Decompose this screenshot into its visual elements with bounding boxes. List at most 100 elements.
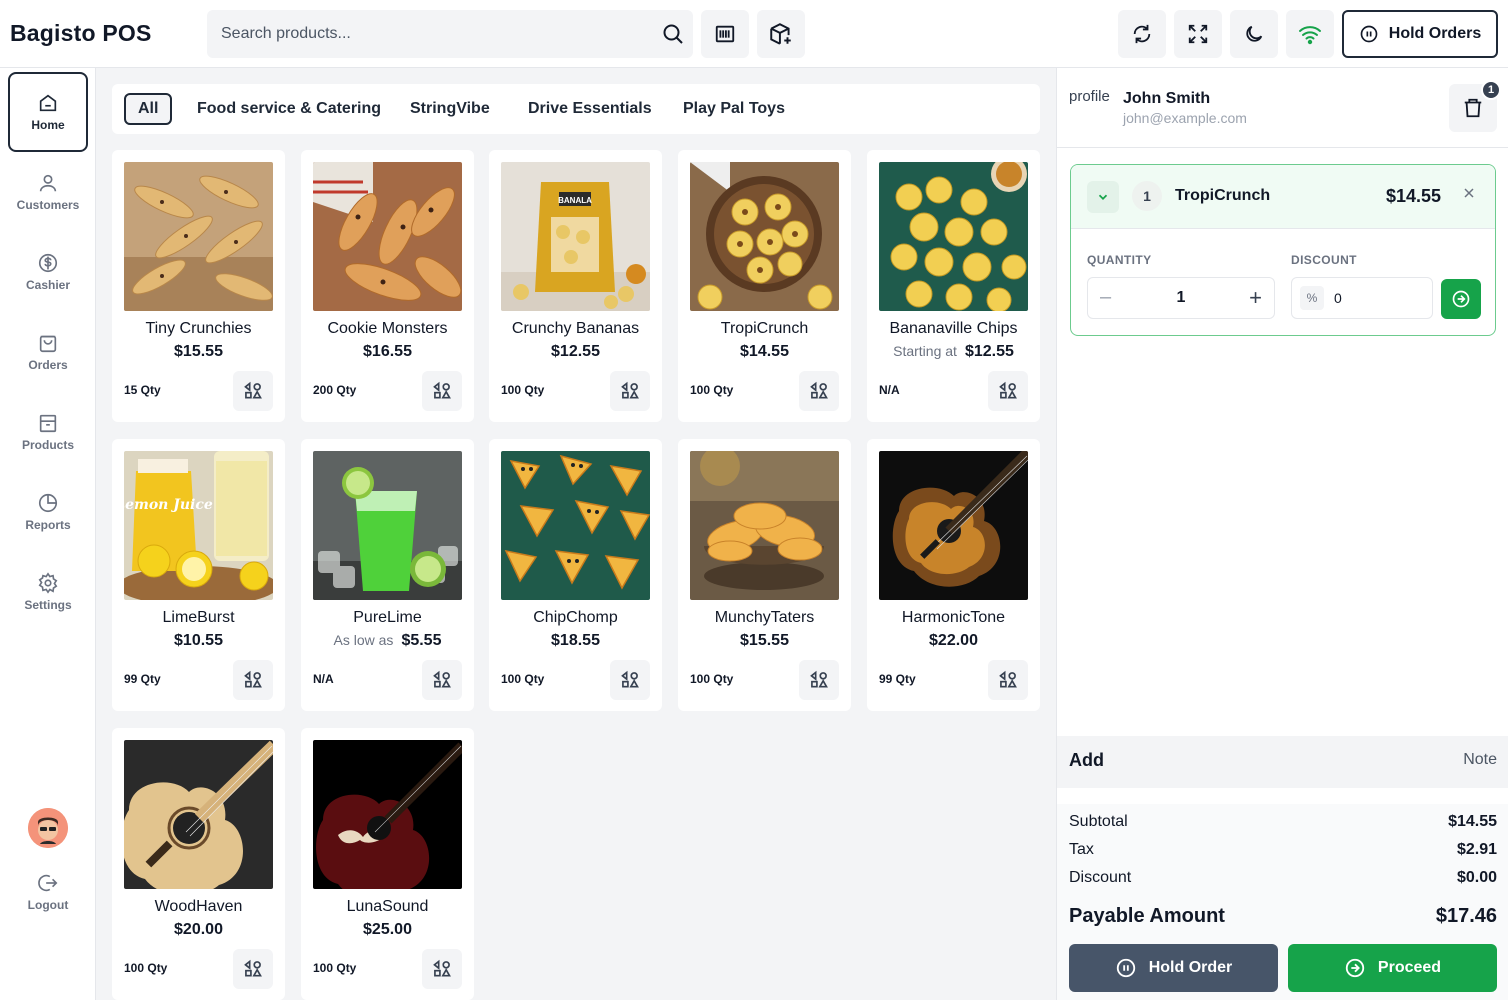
product-price-value: $12.55: [551, 343, 600, 360]
apply-discount-button[interactable]: [1441, 279, 1481, 319]
bag-icon: [39, 335, 57, 353]
note-bar[interactable]: Add Note: [1057, 736, 1508, 788]
product-price: $10.55: [112, 632, 285, 650]
product-card[interactable]: TropiCrunch $14.55 100 Qty: [678, 150, 851, 422]
customer-email: john@example.com: [1123, 110, 1247, 126]
sync-button[interactable]: [1118, 10, 1166, 58]
product-name: LunaSound: [346, 898, 429, 915]
logout-icon: [38, 874, 58, 892]
pie-chart-icon: [38, 493, 58, 513]
sidebar-item-settings[interactable]: Settings: [8, 552, 88, 632]
product-price-value: $14.55: [740, 343, 789, 360]
sidebar-item-label: Reports: [25, 518, 71, 532]
product-price: $25.00: [301, 921, 474, 939]
increase-quantity-button[interactable]: +: [1249, 285, 1262, 311]
product-image: [313, 740, 462, 889]
sidebar-item-cashier[interactable]: Cashier: [8, 232, 88, 312]
product-price-prefix: As low as: [333, 632, 394, 648]
pause-circle-icon: [1116, 958, 1135, 978]
product-qty: 100 Qty: [313, 961, 357, 975]
customer-header: profile John Smith john@example.com 1: [1057, 68, 1508, 148]
product-qty: N/A: [879, 383, 900, 397]
logout-button[interactable]: Logout: [8, 852, 88, 932]
trash-icon: [1464, 98, 1482, 118]
remove-item-button[interactable]: [1463, 183, 1475, 204]
avatar[interactable]: [28, 808, 68, 848]
home-icon: [39, 94, 57, 112]
note-label[interactable]: Note: [1463, 751, 1497, 769]
product-options-button[interactable]: [233, 660, 273, 700]
product-name: MunchyTaters: [714, 609, 815, 626]
add-note-label[interactable]: Add: [1069, 750, 1104, 771]
product-options-button[interactable]: [988, 371, 1028, 411]
product-price: $16.55: [301, 343, 474, 361]
search-input[interactable]: [207, 10, 647, 58]
product-card[interactable]: BANALA Crunchy Bananas $12.55 100 Qty: [489, 150, 662, 422]
product-card[interactable]: Tiny Crunchies $15.55 15 Qty: [112, 150, 285, 422]
hold-order-button[interactable]: Hold Order: [1069, 944, 1278, 992]
collapse-button[interactable]: [1087, 181, 1119, 213]
discount-field[interactable]: % 0: [1291, 277, 1433, 319]
cart-panel: profile John Smith john@example.com 1 1 …: [1056, 68, 1508, 1000]
customer-name[interactable]: John Smith: [1123, 90, 1210, 108]
product-options-button[interactable]: [610, 371, 650, 411]
product-options-button[interactable]: [799, 371, 839, 411]
product-options-button[interactable]: [422, 371, 462, 411]
category-tab-stringvibe[interactable]: StringVibe: [410, 93, 490, 125]
cart-item-name: TropiCrunch: [1175, 187, 1271, 204]
chevron-down-icon: [1098, 194, 1108, 200]
category-tab-play-pal-toys[interactable]: Play Pal Toys: [683, 93, 785, 125]
sidebar-item-customers[interactable]: Customers: [8, 152, 88, 232]
quantity-value[interactable]: 1: [1088, 289, 1274, 307]
discount-value[interactable]: 0: [1334, 290, 1342, 306]
product-card[interactable]: LunaSound $25.00 100 Qty: [301, 728, 474, 1000]
search-icon[interactable]: [661, 22, 685, 46]
sidebar-item-products[interactable]: Products: [8, 392, 88, 472]
product-price: $14.55: [678, 343, 851, 361]
payable-row: Payable Amount $17.46: [1069, 905, 1497, 928]
box-plus-icon: [770, 23, 791, 45]
product-image: [313, 162, 462, 311]
product-options-button[interactable]: [799, 660, 839, 700]
proceed-button[interactable]: Proceed: [1288, 944, 1497, 992]
product-card[interactable]: MunchyTaters $15.55 100 Qty: [678, 439, 851, 711]
product-price: $22.00: [867, 632, 1040, 650]
shapes-icon: [810, 381, 828, 399]
product-options-button[interactable]: [988, 660, 1028, 700]
category-tab-all[interactable]: All: [124, 93, 173, 125]
product-options-button[interactable]: [233, 371, 273, 411]
product-card[interactable]: Lemon Juice LimeBurst $10.55 99 Qty: [112, 439, 285, 711]
category-tab-food-service[interactable]: Food service & Catering: [197, 93, 381, 125]
product-card[interactable]: WoodHaven $20.00 100 Qty: [112, 728, 285, 1000]
sidebar-item-home[interactable]: Home: [8, 72, 88, 152]
product-image: BANALA: [501, 162, 650, 311]
product-card[interactable]: PureLime As low as $5.55 N/A: [301, 439, 474, 711]
hold-orders-button[interactable]: Hold Orders: [1342, 10, 1498, 58]
product-options-button[interactable]: [422, 660, 462, 700]
package-text: BANALA: [558, 196, 592, 205]
product-card[interactable]: HarmonicTone $22.00 99 Qty: [867, 439, 1040, 711]
sidebar-item-reports[interactable]: Reports: [8, 472, 88, 552]
product-card[interactable]: Bananaville Chips Starting at $12.55 N/A: [867, 150, 1040, 422]
fullscreen-button[interactable]: [1174, 10, 1222, 58]
wifi-status-button[interactable]: [1286, 10, 1334, 58]
product-qty: 200 Qty: [313, 383, 357, 397]
category-tab-drive-essentials[interactable]: Drive Essentials: [528, 93, 652, 125]
product-name: Crunchy Bananas: [511, 320, 640, 337]
sidebar-item-label: Products: [21, 438, 74, 452]
cart-item-price: $14.55: [1385, 186, 1441, 206]
product-options-button[interactable]: [422, 949, 462, 989]
product-options-button[interactable]: [233, 949, 273, 989]
product-price: $18.55: [489, 632, 662, 650]
product-card[interactable]: Cookie Monsters $16.55 200 Qty: [301, 150, 474, 422]
product-options-button[interactable]: [610, 660, 650, 700]
dark-mode-button[interactable]: [1230, 10, 1278, 58]
cart-item: 1 TropiCrunch $14.55 QUANTITY DISCOUNT –…: [1070, 164, 1496, 336]
add-product-button[interactable]: [757, 10, 805, 58]
barcode-button[interactable]: [701, 10, 749, 58]
product-price-value: $22.00: [929, 632, 978, 649]
product-name: TropiCrunch: [720, 320, 809, 337]
discount-total-value: $0.00: [1456, 869, 1497, 886]
sidebar-item-orders[interactable]: Orders: [8, 312, 88, 392]
product-card[interactable]: ChipChomp $18.55 100 Qty: [489, 439, 662, 711]
